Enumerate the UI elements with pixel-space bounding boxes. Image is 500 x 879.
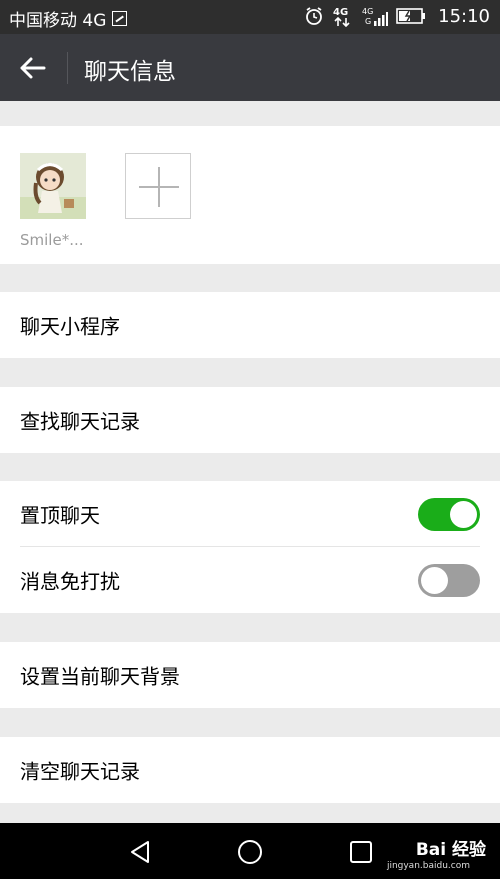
svg-text:G: G [365,17,371,26]
carrier-label: 中国移动 4G [9,6,128,31]
watermark-url: jingyan.baidu.com [386,861,470,871]
search-history-label: 查找聊天记录 [20,409,140,434]
svg-text:4G: 4G [333,7,348,18]
mute-label: 消息免打扰 [20,569,120,594]
header-divider [67,52,68,84]
pin-chat-row: 置顶聊天 [0,481,500,547]
circle-home-icon [238,840,262,864]
section-clear-history: 清空聊天记录 [0,737,500,803]
baidu-watermark: Bai 经验 [415,840,486,860]
mini-programs-row[interactable]: 聊天小程序 [0,292,500,358]
clear-history-label: 清空聊天记录 [20,759,140,784]
mini-programs-label: 聊天小程序 [20,314,120,339]
add-member-button[interactable] [125,153,191,219]
set-background-row[interactable]: 设置当前聊天背景 [0,642,500,708]
member-name: Smile*... [20,231,84,249]
mute-row: 消息免打扰 [0,547,500,613]
svg-text:4G: 4G [362,7,373,16]
clear-history-row[interactable]: 清空聊天记录 [0,737,500,803]
clock: 15:10 [438,5,490,27]
toggle-knob [421,567,448,594]
no-signal-sim-icon [112,11,128,26]
nav-home-button[interactable] [236,839,264,869]
avatar[interactable] [20,153,86,219]
data-transfer-icon: 4G [332,5,354,27]
section-search-history: 查找聊天记录 [0,387,500,453]
back-button[interactable] [18,54,48,82]
status-bar: 中国移动 4G 4G 4G G 15:10 [0,0,500,34]
nav-recents-button[interactable] [348,839,374,869]
member-item[interactable]: Smile*... [20,153,86,249]
navigation-bar: Bai 经验 jingyan.baidu.com [0,823,500,879]
triangle-back-icon [131,841,149,863]
carrier-text: 中国移动 4G [9,11,107,31]
alarm-icon [304,6,324,26]
signal-icon: 4G G [362,5,389,27]
square-recents-icon [350,841,372,863]
section-mini-programs: 聊天小程序 [0,292,500,358]
page-title: 聊天信息 [84,59,176,85]
section-toggles: 置顶聊天 消息免打扰 [0,481,500,613]
pin-chat-toggle[interactable] [418,498,480,531]
battery-charging-icon [396,8,426,24]
mute-toggle[interactable] [418,564,480,597]
status-icons: 4G 4G G 15:10 [304,5,490,27]
set-background-label: 设置当前聊天背景 [20,664,180,689]
pin-chat-label: 置顶聊天 [20,503,100,528]
search-history-row[interactable]: 查找聊天记录 [0,387,500,453]
toggle-knob [450,501,477,528]
member-section: Smile*... [0,126,500,264]
section-background: 设置当前聊天背景 [0,642,500,708]
header: 聊天信息 [0,34,500,101]
back-arrow-icon [20,57,46,79]
nav-back-button[interactable] [128,839,152,869]
